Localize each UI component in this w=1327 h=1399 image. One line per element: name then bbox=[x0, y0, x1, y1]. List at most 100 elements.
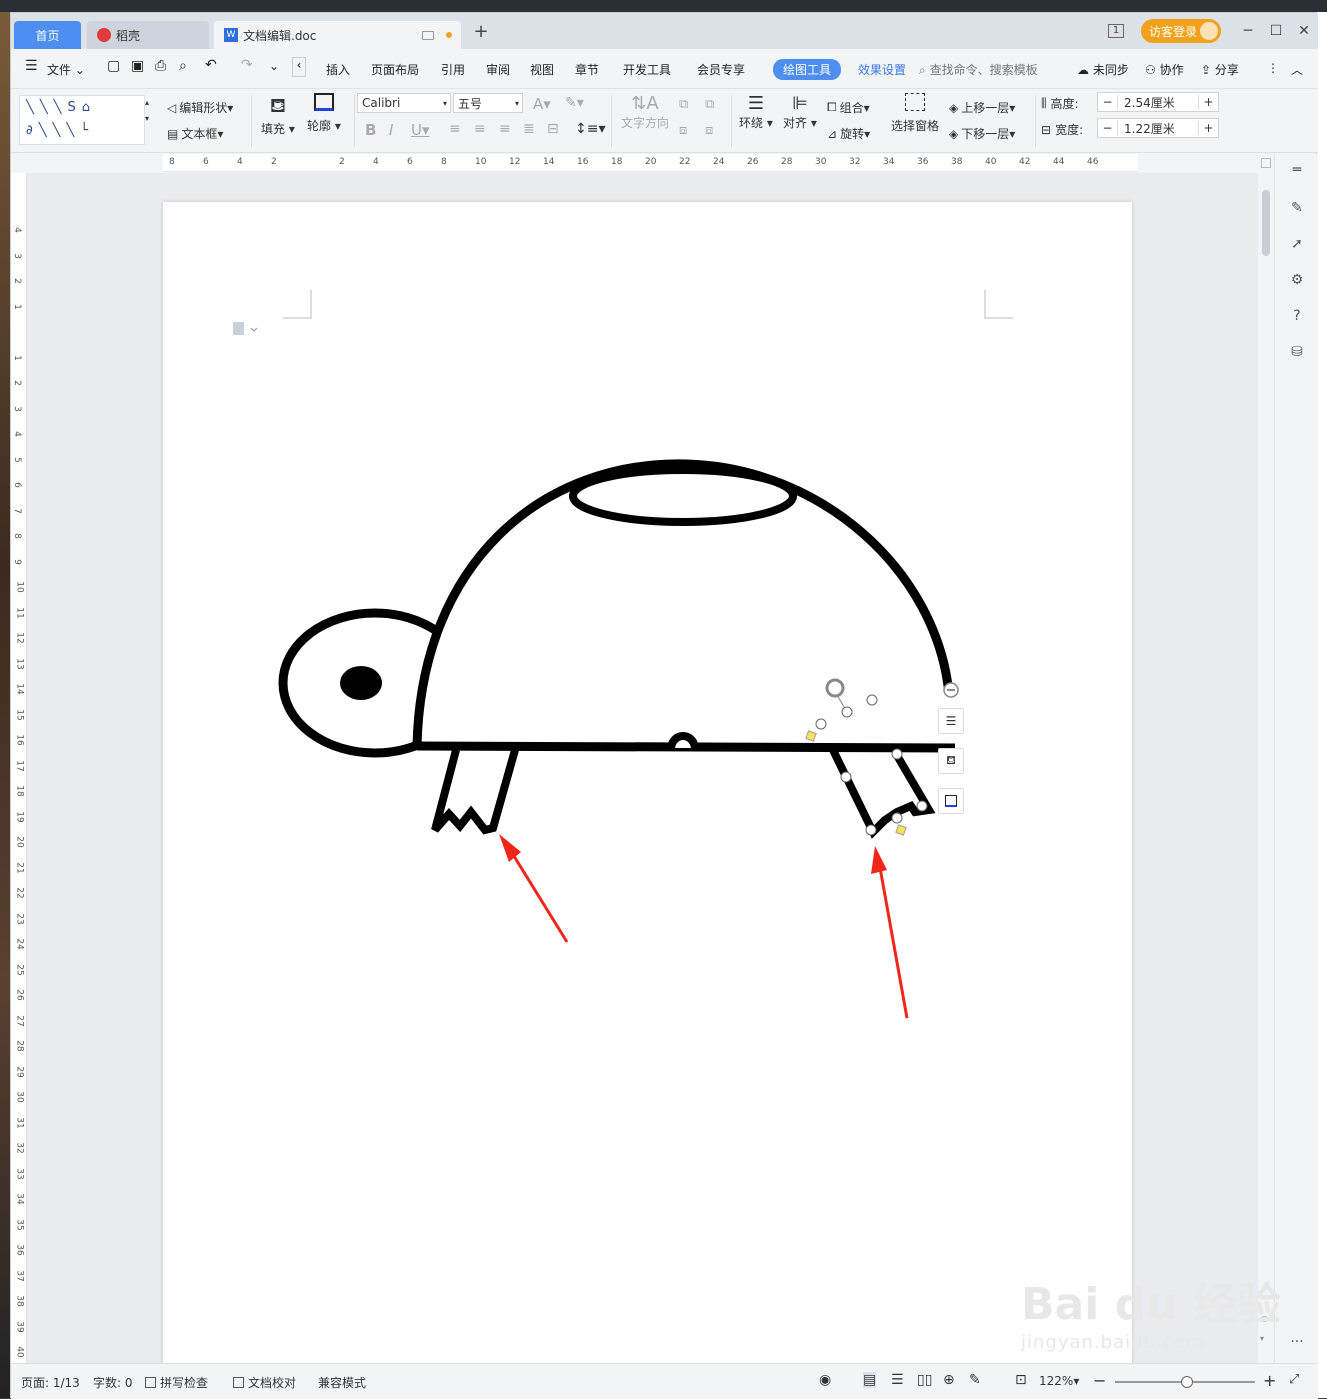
menu-developer[interactable]: 开发工具 bbox=[623, 61, 671, 78]
edit-pen-icon[interactable]: ✎ bbox=[1287, 198, 1307, 218]
group-button[interactable]: ⧠ 组合 ▾ bbox=[827, 99, 870, 116]
textbox-button[interactable]: ▤ 文本框 ▾ bbox=[167, 125, 223, 142]
highlight-icon[interactable]: ✎▾ bbox=[565, 95, 584, 111]
close-icon[interactable]: ✕ bbox=[1289, 13, 1319, 49]
spell-check-button[interactable]: 拼写检查 bbox=[145, 1374, 208, 1391]
menu-drawing-tools[interactable]: 绘图工具 bbox=[773, 59, 842, 80]
layout-options-button[interactable]: ☰ bbox=[938, 708, 964, 734]
fit-page-icon[interactable]: ⊡ bbox=[1015, 1372, 1027, 1388]
hamburger-icon[interactable]: ☰ bbox=[25, 58, 38, 74]
distribute-icon[interactable]: ⊟ bbox=[547, 121, 559, 137]
select-pane-button[interactable]: 选择窗格 bbox=[891, 93, 939, 134]
maximize-icon[interactable]: ☐ bbox=[1261, 13, 1291, 49]
zoom-in-icon[interactable]: + bbox=[1263, 1371, 1276, 1390]
shape-gallery[interactable]: ╲╲╲S⌂ ∂╲╲╲└ bbox=[19, 95, 145, 145]
scrollbar-thumb[interactable] bbox=[1262, 190, 1270, 256]
edit-shape-button[interactable]: ◁ 编辑形状 ▾ bbox=[167, 99, 233, 116]
outline-view-icon[interactable]: ☰ bbox=[891, 1372, 904, 1388]
search-command[interactable]: ⌕ 查找命令、搜索模板 bbox=[919, 61, 1038, 78]
menu-effects[interactable]: 效果设置 bbox=[858, 61, 906, 78]
zoom-out-icon[interactable]: − bbox=[1093, 1371, 1106, 1390]
outline-button[interactable]: 轮廓 ▾ bbox=[307, 93, 341, 134]
redo-icon[interactable]: ↷ bbox=[241, 57, 253, 73]
share-button[interactable]: ⇪ 分享 bbox=[1201, 61, 1239, 78]
scrollbar-top-icon[interactable] bbox=[1261, 158, 1271, 168]
width-decrease-icon[interactable]: − bbox=[1098, 121, 1118, 135]
zoom-slider-knob[interactable] bbox=[1181, 1376, 1193, 1388]
height-increase-icon[interactable]: + bbox=[1198, 95, 1218, 109]
menu-chapter[interactable]: 章节 bbox=[575, 61, 599, 78]
word-count[interactable]: 字数: 0 bbox=[93, 1374, 133, 1391]
shape-fill-button[interactable]: ⛾ bbox=[938, 748, 964, 774]
font-name-select[interactable]: Calibri ▾ bbox=[357, 93, 451, 113]
line-spacing-icon[interactable]: ↕≡▾ bbox=[575, 121, 606, 137]
document-canvas[interactable]: ☰ ⛾ bbox=[27, 173, 1258, 1372]
undo-icon[interactable]: ↶ bbox=[205, 57, 217, 73]
align-center-icon[interactable]: ≡ bbox=[474, 121, 486, 137]
web-view-icon[interactable]: ⊕ bbox=[943, 1372, 955, 1388]
menu-review[interactable]: 审阅 bbox=[486, 61, 510, 78]
select-pointer-icon[interactable]: ➚ bbox=[1287, 234, 1307, 254]
align-left-icon[interactable]: ≡ bbox=[449, 121, 461, 137]
collapse-ribbon-icon[interactable]: ︿ bbox=[1291, 61, 1303, 78]
zoom-level[interactable]: 122% ▾ bbox=[1039, 1374, 1079, 1388]
horizontal-ruler[interactable]: 8 6 4 2 2 4 6 8 10 12 14 16 18 20 22 24 26 28 30 32 34 36 38 40… bbox=[163, 154, 1138, 172]
settings-sliders-icon[interactable]: ⚙ bbox=[1287, 270, 1307, 290]
text-direction-button[interactable]: ⇅A 文字方向 bbox=[621, 93, 669, 131]
shape-gallery-scroll-icon[interactable]: ▴ ▾ bbox=[145, 95, 149, 127]
sync-button[interactable]: ☁ 未同步 bbox=[1077, 61, 1129, 78]
tab-document[interactable]: W 文档编辑.doc bbox=[214, 21, 461, 49]
text-box-break-icon[interactable]: ⧉ bbox=[705, 97, 714, 112]
new-tab-button[interactable]: + bbox=[466, 13, 496, 49]
bring-forward-button[interactable]: ◈ 上移一层 ▾ bbox=[949, 99, 1015, 116]
menu-view[interactable]: 视图 bbox=[530, 61, 554, 78]
more-icon[interactable]: ⋮ bbox=[1267, 61, 1279, 75]
help-icon[interactable]: ? bbox=[1287, 306, 1307, 326]
monitor-icon[interactable] bbox=[422, 30, 434, 40]
text-box-link-icon[interactable]: ⧉ bbox=[679, 97, 688, 112]
vertical-ruler[interactable]: 4 3 2 1 1 2 3 4 5 6 7 8 9 10 11 12 13 14 15 16 17 18 19 20 21 22 2… bbox=[11, 173, 27, 1383]
text-box-next-icon[interactable]: ⧈ bbox=[705, 123, 713, 138]
bold-icon[interactable]: B bbox=[365, 121, 376, 139]
zoom-slider[interactable] bbox=[1115, 1376, 1255, 1388]
font-color-icon[interactable]: A▾ bbox=[533, 95, 551, 113]
proofread-button[interactable]: 文档校对 bbox=[233, 1374, 296, 1391]
customize-dropdown-icon[interactable]: ⌄ bbox=[269, 59, 279, 73]
print-icon[interactable]: ⎙ bbox=[155, 58, 166, 74]
save-icon[interactable]: ▢ bbox=[107, 58, 120, 74]
write-view-icon[interactable]: ✎ bbox=[969, 1372, 981, 1388]
text-box-prev-icon[interactable]: ⧈ bbox=[679, 123, 687, 138]
wrap-button[interactable]: ☰ 环绕 ▾ bbox=[739, 93, 773, 131]
more-options-icon[interactable]: ··· bbox=[1287, 1332, 1307, 1352]
rotate-button[interactable]: ⊿ 旋转 ▾ bbox=[827, 125, 870, 142]
turtle-drawing[interactable] bbox=[163, 202, 1132, 1372]
height-input[interactable]: − 2.54厘米 + bbox=[1097, 92, 1219, 112]
login-button[interactable]: 访客登录 bbox=[1141, 19, 1221, 43]
justify-icon[interactable]: ≣ bbox=[523, 121, 535, 137]
italic-icon[interactable]: I bbox=[389, 121, 393, 139]
font-size-select[interactable]: 五号 ▾ bbox=[453, 93, 523, 113]
page-indicator[interactable]: 页面: 1/13 bbox=[21, 1374, 80, 1391]
fullscreen-icon[interactable]: ⤢ bbox=[1289, 1372, 1299, 1387]
minimize-icon[interactable]: ─ bbox=[1233, 13, 1263, 49]
tab-home[interactable]: 首页 bbox=[14, 21, 81, 49]
menu-references[interactable]: 引用 bbox=[441, 61, 465, 78]
collab-button[interactable]: ⚇ 协作 bbox=[1145, 61, 1184, 78]
reading-view-icon[interactable]: ▯▯ bbox=[917, 1372, 932, 1388]
tab-daoke[interactable]: 稻壳 bbox=[87, 21, 209, 49]
send-backward-button[interactable]: ◈ 下移一层 ▾ bbox=[949, 125, 1015, 142]
vertical-scrollbar[interactable]: ▴ ○ ▾ bbox=[1258, 154, 1274, 1363]
document-page[interactable]: ☰ ⛾ bbox=[163, 202, 1132, 1372]
panel-handle-icon[interactable]: ═ bbox=[1287, 160, 1307, 180]
underline-icon[interactable]: U▾ bbox=[411, 121, 430, 139]
fill-button[interactable]: ⛾ 填充 ▾ bbox=[261, 93, 295, 137]
shape-outline-button[interactable] bbox=[938, 788, 964, 814]
page-count-badge[interactable]: 1 bbox=[1101, 13, 1131, 49]
scroll-left-icon[interactable]: ‹ bbox=[292, 57, 306, 77]
menu-file[interactable]: 文件 ⌄ bbox=[47, 61, 85, 78]
print-preview-icon[interactable]: ⌕ bbox=[179, 58, 187, 74]
backup-icon[interactable]: ⛁ bbox=[1287, 342, 1307, 362]
page-view-icon[interactable]: ▤ bbox=[863, 1372, 877, 1388]
width-increase-icon[interactable]: + bbox=[1198, 121, 1218, 135]
align-right-icon[interactable]: ≡ bbox=[499, 121, 511, 137]
